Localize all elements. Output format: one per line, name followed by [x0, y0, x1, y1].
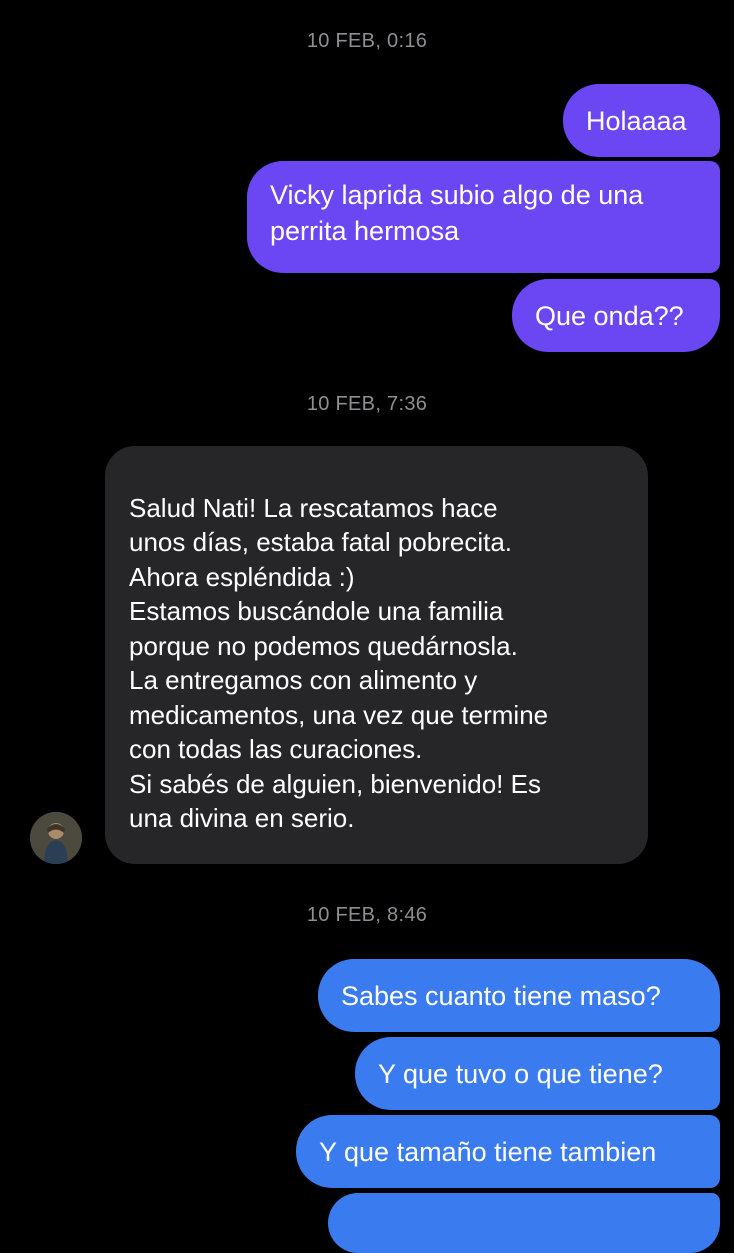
sent-message[interactable]: Y que tuvo o que tiene?: [355, 1037, 720, 1110]
sent-message[interactable]: Vicky laprida subio algo de una perrita …: [247, 161, 720, 273]
message-text: Y que tuvo o que tiene?: [378, 1058, 663, 1089]
message-text: Holaaaa: [586, 105, 687, 136]
person-photo-icon: [30, 812, 82, 864]
contact-avatar[interactable]: [30, 812, 82, 864]
sent-message[interactable]: Que onda??: [512, 279, 720, 352]
message-text: Que onda??: [535, 300, 684, 331]
message-text: Y que tamaño tiene tambien: [319, 1136, 657, 1167]
sent-message[interactable]: Y que tamaño tiene tambien: [296, 1115, 720, 1188]
timestamp: 10 FEB, 8:46: [306, 904, 428, 926]
timestamp: 10 FEB, 0:16: [306, 30, 428, 52]
received-message[interactable]: Salud Nati! La rescatamos hace unos días…: [105, 446, 648, 864]
message-text: Salud Nati! La rescatamos hace unos días…: [129, 492, 549, 834]
sent-message[interactable]: Holaaaa: [563, 84, 720, 157]
sent-message[interactable]: Sabes cuanto tiene maso?: [318, 959, 720, 1032]
message-text: Sabes cuanto tiene maso?: [341, 980, 661, 1011]
sent-message-partial[interactable]: [328, 1193, 720, 1253]
message-text: Vicky laprida subio algo de una perrita …: [270, 180, 644, 246]
timestamp: 10 FEB, 7:36: [306, 393, 428, 415]
